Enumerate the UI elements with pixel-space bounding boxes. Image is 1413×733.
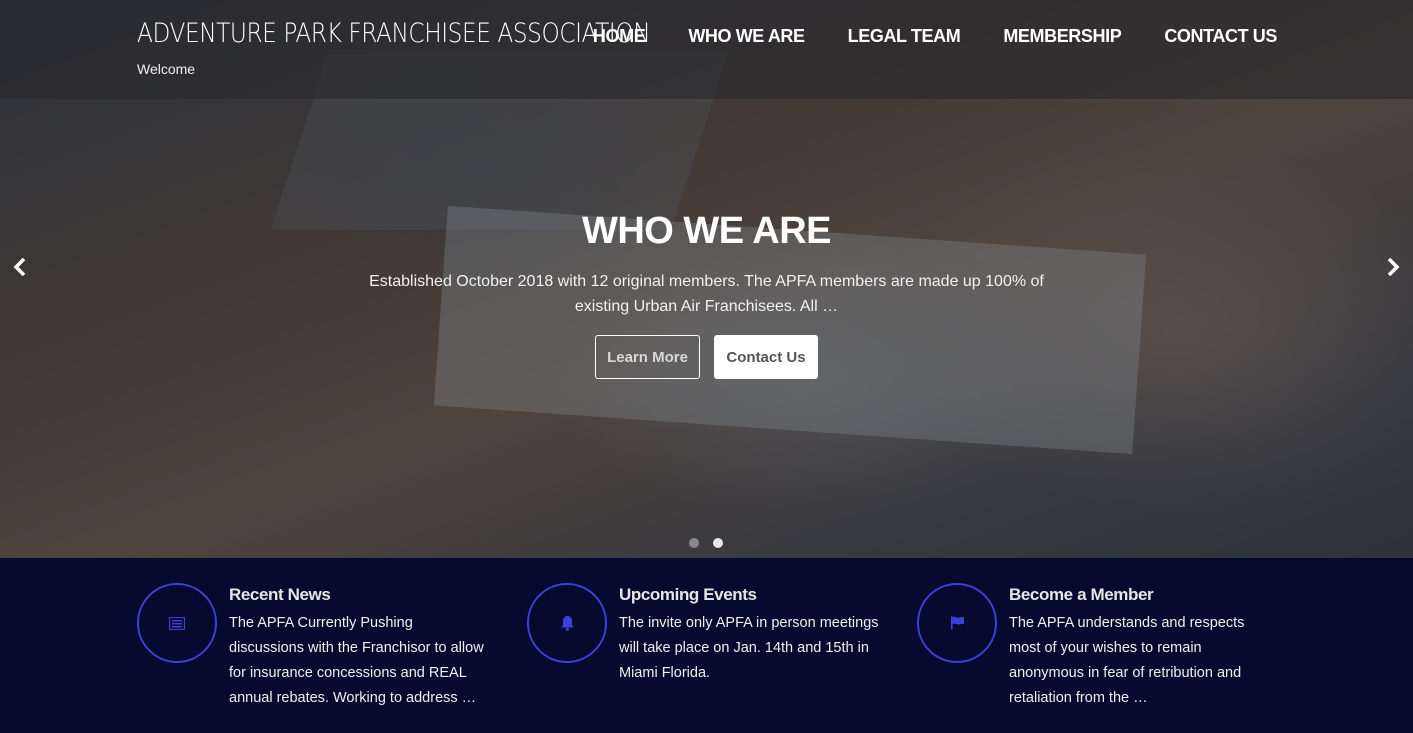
feature-upcoming-events: Upcoming Events The invite only APFA in … [527, 583, 887, 686]
slide-text: Established October 2018 with 12 origina… [369, 273, 1044, 315]
site-tagline: Welcome [137, 61, 196, 77]
nav-legal-team[interactable]: LEGAL TEAM [848, 26, 961, 47]
nav-home[interactable]: HOME [593, 26, 646, 47]
nav-contact-us[interactable]: CONTACT US [1164, 26, 1277, 47]
feature-recent-news: Recent News The APFA Currently Pushing d… [137, 583, 497, 711]
slide-caption: WHO WE ARE Established October 2018 with… [0, 210, 1413, 379]
hero-slider: ADVENTURE PARK FRANCHISEE ASSOCIATION We… [0, 0, 1413, 558]
feature-title[interactable]: Become a Member [1009, 585, 1271, 605]
learn-more-button[interactable]: Learn More [595, 335, 700, 379]
nav-membership[interactable]: MEMBERSHIP [1003, 26, 1121, 47]
feature-strip: Recent News The APFA Currently Pushing d… [0, 558, 1413, 733]
site-title[interactable]: ADVENTURE PARK FRANCHISEE ASSOCIATION [137, 18, 651, 49]
feature-title[interactable]: Upcoming Events [619, 585, 881, 605]
main-nav: HOME WHO WE ARE LEGAL TEAM MEMBERSHIP CO… [593, 26, 1277, 47]
slider-indicators [689, 538, 723, 548]
slide-indicator-2[interactable] [713, 538, 723, 548]
feature-text: The APFA understands and respects most o… [1009, 615, 1245, 706]
flag-icon[interactable] [917, 583, 997, 663]
feature-text: The invite only APFA in person meetings … [619, 615, 879, 681]
newspaper-icon[interactable] [137, 583, 217, 663]
feature-text: The APFA Currently Pushing discussions w… [229, 615, 484, 706]
slide-indicator-1[interactable] [689, 538, 699, 548]
site-header: ADVENTURE PARK FRANCHISEE ASSOCIATION We… [0, 0, 1413, 99]
nav-who-we-are[interactable]: WHO WE ARE [688, 26, 805, 47]
feature-title[interactable]: Recent News [229, 585, 491, 605]
bell-icon[interactable] [527, 583, 607, 663]
feature-become-member: Become a Member The APFA understands and… [917, 583, 1277, 711]
slide-title: WHO WE ARE [581, 210, 832, 252]
contact-us-button[interactable]: Contact Us [714, 335, 818, 379]
slide-actions: Learn More Contact Us [0, 335, 1413, 379]
